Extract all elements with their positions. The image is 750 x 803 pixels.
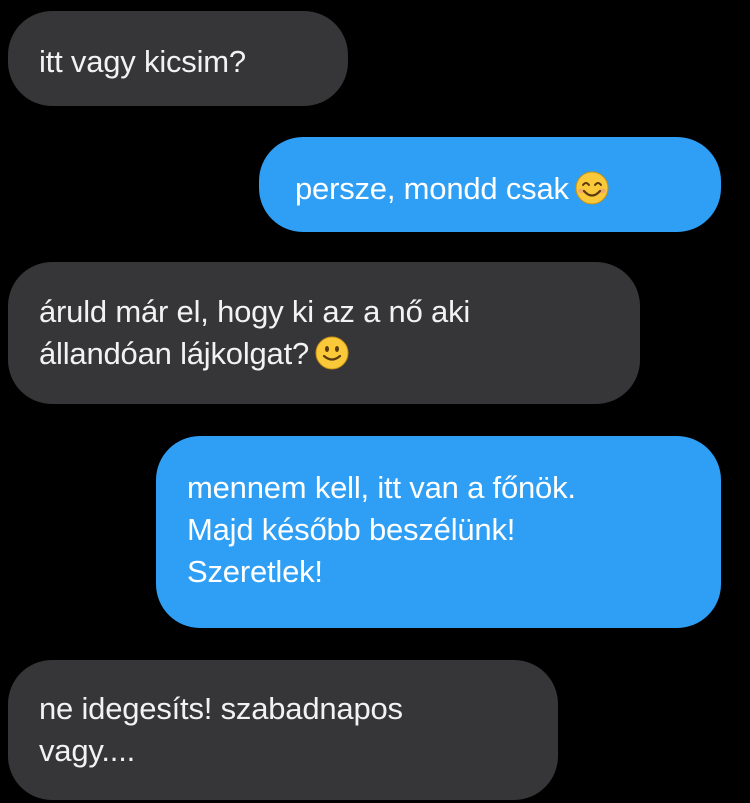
outgoing-message-bubble[interactable]: persze, mondd csak <box>259 137 721 232</box>
message-text: állandóan lájkolgat? <box>39 336 310 371</box>
message-text-line: persze, mondd csak <box>295 168 721 210</box>
incoming-message-bubble[interactable]: áruld már el, hogy ki az a nő aki álland… <box>8 262 640 404</box>
message-text-line: Majd később beszélünk! <box>187 512 516 547</box>
message-text-line: állandóan lájkolgat? <box>39 333 640 375</box>
message-text-line: Szeretlek! <box>187 554 323 589</box>
incoming-message-bubble[interactable]: itt vagy kicsim? <box>8 11 348 106</box>
message-text-line: ne idegesíts! szabadnapos <box>39 691 403 726</box>
message-text: persze, mondd csak <box>295 171 569 206</box>
message-text-line: áruld már el, hogy ki az a nő aki <box>39 294 471 329</box>
outgoing-message-bubble[interactable]: mennem kell, itt van a főnök. Majd későb… <box>156 436 721 628</box>
message-text-line: vagy.... <box>39 733 136 768</box>
slightly-smiling-face-icon <box>315 336 349 370</box>
message-text-line: mennem kell, itt van a főnök. <box>187 470 576 505</box>
smiling-face-with-smiling-eyes-icon <box>575 171 609 205</box>
incoming-message-bubble[interactable]: ne idegesíts! szabadnapos vagy.... <box>8 660 558 800</box>
message-text-line: itt vagy kicsim? <box>39 44 246 79</box>
chat-thread: itt vagy kicsim? persze, mondd csak árul… <box>0 0 750 803</box>
